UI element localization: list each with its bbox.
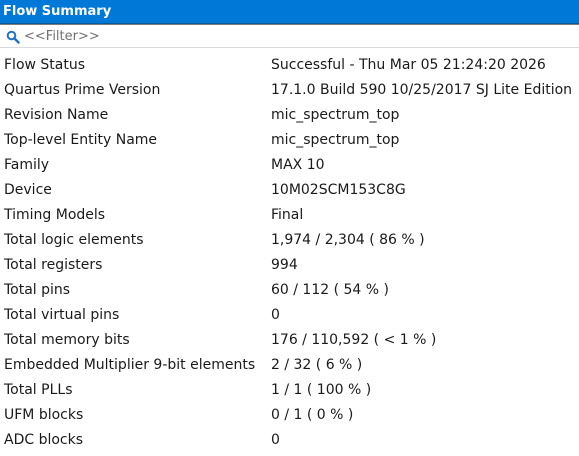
row-label: Total registers (4, 256, 103, 273)
row-value: 0 / 1 ( 0 % ) (271, 406, 354, 423)
filter-input[interactable] (24, 28, 544, 44)
table-row[interactable]: Total PLLs 1 / 1 ( 100 % ) (0, 377, 579, 402)
row-value: mic_spectrum_top (271, 131, 400, 148)
table-row[interactable]: Top-level Entity Name mic_spectrum_top (0, 127, 579, 152)
row-value: 1 / 1 ( 100 % ) (271, 381, 372, 398)
row-value: 176 / 110,592 ( < 1 % ) (271, 331, 437, 348)
table-row[interactable]: Total pins 60 / 112 ( 54 % ) (0, 277, 579, 302)
table-row[interactable]: UFM blocks 0 / 1 ( 0 % ) (0, 402, 579, 427)
row-label: Total pins (4, 281, 71, 298)
row-label: Quartus Prime Version (4, 81, 161, 98)
table-row[interactable]: Flow Status Successful - Thu Mar 05 21:24… (0, 52, 579, 77)
summary-table: Flow Status Successful - Thu Mar 05 21:24… (0, 48, 579, 452)
row-value: 10M02SCM153C8G (271, 181, 406, 198)
row-label: ADC blocks (4, 431, 84, 448)
row-value: 60 / 112 ( 54 % ) (271, 281, 389, 298)
row-value: 17.1.0 Build 590 10/25/2017 SJ Lite Edit… (271, 81, 573, 98)
flow-summary-panel: Flow Summary Flow Status Successful - Thu… (0, 0, 579, 456)
row-label: Family (4, 156, 50, 173)
table-row[interactable]: Total logic elements 1,974 / 2,304 ( 86 %… (0, 227, 579, 252)
row-label: Total PLLs (4, 381, 73, 398)
panel-title: Flow Summary (0, 0, 579, 24)
row-value: 0 (271, 306, 280, 323)
row-label: Total virtual pins (4, 306, 120, 323)
table-row[interactable]: Embedded Multiplier 9-bit elements 2 / 32… (0, 352, 579, 377)
table-row[interactable]: ADC blocks 0 (0, 427, 579, 452)
row-value: MAX 10 (271, 156, 325, 173)
row-label: Flow Status (4, 56, 86, 73)
row-value: 994 (271, 256, 298, 273)
table-row[interactable]: Total registers 994 (0, 252, 579, 277)
table-row[interactable]: Quartus Prime Version 17.1.0 Build 590 10… (0, 77, 579, 102)
row-label: UFM blocks (4, 406, 84, 423)
search-icon[interactable] (6, 29, 20, 44)
row-value: 2 / 32 ( 6 % ) (271, 356, 363, 373)
row-label: Timing Models (4, 206, 106, 223)
row-label: Total logic elements (4, 231, 144, 248)
row-value: 1,974 / 2,304 ( 86 % ) (271, 231, 425, 248)
table-row[interactable]: Family MAX 10 (0, 152, 579, 177)
row-label: Total memory bits (4, 331, 130, 348)
table-row[interactable]: Total virtual pins 0 (0, 302, 579, 327)
table-row[interactable]: Total memory bits 176 / 110,592 ( < 1 % ) (0, 327, 579, 352)
row-value: 0 (271, 431, 280, 448)
table-row[interactable]: Timing Models Final (0, 202, 579, 227)
table-row[interactable]: Device 10M02SCM153C8G (0, 177, 579, 202)
row-value: Successful - Thu Mar 05 21:24:20 2026 (271, 56, 546, 73)
row-label: Revision Name (4, 106, 109, 123)
row-label: Device (4, 181, 52, 198)
row-label: Embedded Multiplier 9-bit elements (4, 356, 256, 373)
row-value: mic_spectrum_top (271, 106, 400, 123)
table-row[interactable]: Revision Name mic_spectrum_top (0, 102, 579, 127)
row-value: Final (271, 206, 304, 223)
filter-bar (0, 24, 579, 48)
row-label: Top-level Entity Name (4, 131, 158, 148)
